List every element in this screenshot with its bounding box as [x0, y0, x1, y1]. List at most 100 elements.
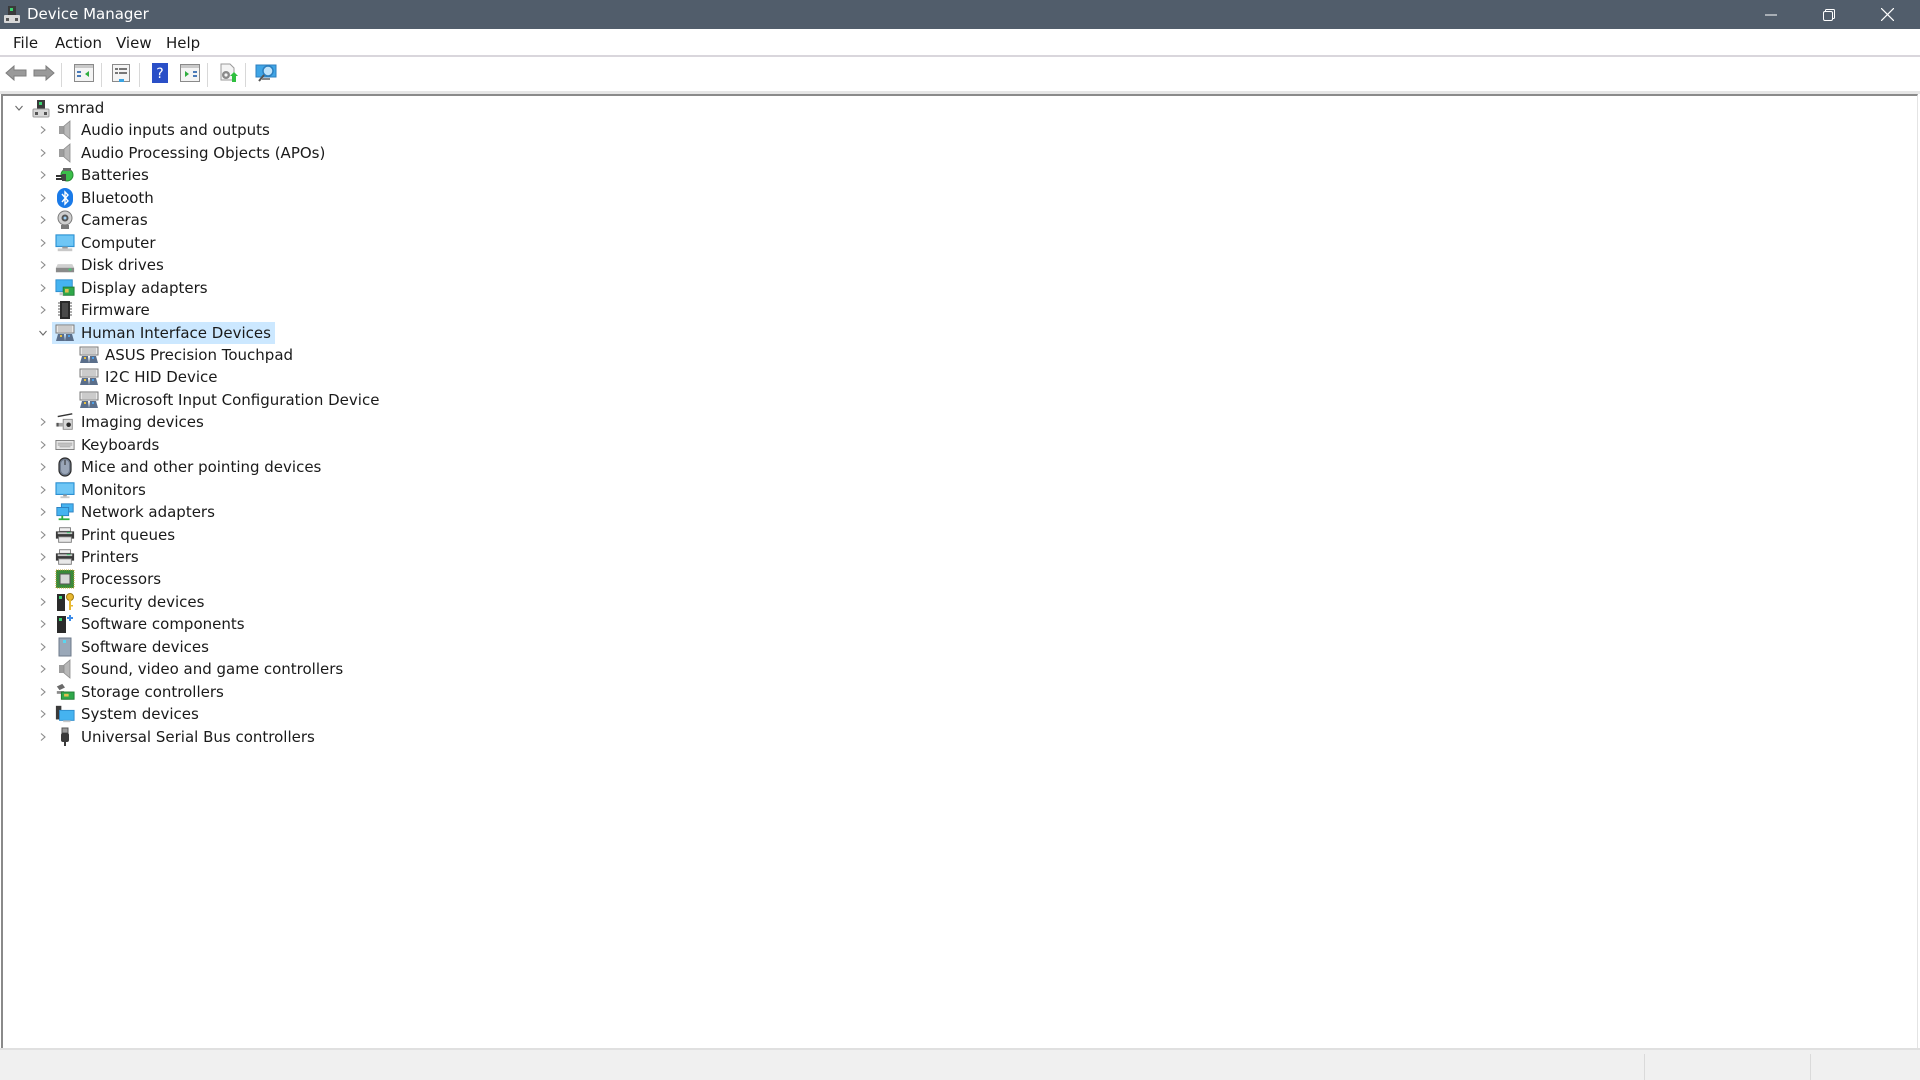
- tree-category-keyboards[interactable]: Keyboards: [3, 434, 1903, 456]
- tree-device-i2c-hid-device[interactable]: I2C HID Device: [3, 366, 1903, 388]
- action-pane-icon: [180, 64, 200, 86]
- menu-action[interactable]: Action: [55, 34, 102, 52]
- tree-category-storage-controllers[interactable]: Storage controllers: [3, 681, 1903, 703]
- tree-category-security-devices[interactable]: Security devices: [3, 591, 1903, 613]
- tree-item-label: Mice and other pointing devices: [81, 458, 322, 476]
- device-tree[interactable]: smrad Audio inputs and outputs Audio Proce…: [1, 94, 1918, 1048]
- tree-item-label: Processors: [81, 570, 162, 588]
- tree-category-firmware[interactable]: Firmware: [3, 299, 1903, 321]
- tree-category-bluetooth[interactable]: Bluetooth: [3, 187, 1903, 209]
- tree-category-audio-inputs-and-outputs[interactable]: Audio inputs and outputs: [3, 119, 1903, 141]
- close-button[interactable]: [1858, 0, 1916, 29]
- firmware-chip-icon: [55, 300, 75, 320]
- expand-chevron-icon[interactable]: [37, 618, 49, 630]
- tree-category-printers[interactable]: Printers: [3, 546, 1903, 568]
- expand-chevron-icon[interactable]: [37, 282, 49, 294]
- imaging-device-icon: [55, 412, 75, 432]
- show-hide-action-pane-button[interactable]: [177, 63, 203, 87]
- collapse-chevron-icon[interactable]: [13, 102, 25, 114]
- tree-item-label: Microsoft Input Configuration Device: [105, 391, 380, 409]
- expand-chevron-icon[interactable]: [37, 506, 49, 518]
- hid-icon: [79, 390, 99, 410]
- tree-category-display-adapters[interactable]: Display adapters: [3, 277, 1903, 299]
- expand-chevron-icon[interactable]: [37, 731, 49, 743]
- tree-category-system-devices[interactable]: System devices: [3, 703, 1903, 725]
- close-icon: [1880, 8, 1894, 21]
- printer-icon: [55, 525, 75, 545]
- expand-chevron-icon[interactable]: [37, 147, 49, 159]
- expand-chevron-icon[interactable]: [37, 708, 49, 720]
- expand-chevron-icon[interactable]: [37, 461, 49, 473]
- tree-category-print-queues[interactable]: Print queues: [3, 524, 1903, 546]
- tree-root-smrad[interactable]: smrad: [3, 97, 1903, 119]
- battery-icon: [55, 165, 75, 185]
- usb-icon: [55, 727, 75, 747]
- speaker-icon: [55, 143, 75, 163]
- tree-category-imaging-devices[interactable]: Imaging devices: [3, 411, 1903, 433]
- show-hide-console-tree-button[interactable]: [71, 63, 97, 87]
- properties-button[interactable]: [108, 63, 134, 87]
- toolbar-separator: [245, 63, 246, 87]
- expand-chevron-icon[interactable]: [37, 529, 49, 541]
- expand-chevron-icon[interactable]: [37, 596, 49, 608]
- expand-chevron-icon[interactable]: [37, 259, 49, 271]
- tree-category-processors[interactable]: Processors: [3, 568, 1903, 590]
- expand-chevron-icon[interactable]: [37, 214, 49, 226]
- tree-category-audio-processing-objects-apos[interactable]: Audio Processing Objects (APOs): [3, 142, 1903, 164]
- tree-device-microsoft-input-configuration-device[interactable]: Microsoft Input Configuration Device: [3, 389, 1903, 411]
- system-device-icon: [55, 704, 75, 724]
- tree-item-label: Monitors: [81, 481, 146, 499]
- tree-category-network-adapters[interactable]: Network adapters: [3, 501, 1903, 523]
- expand-chevron-icon[interactable]: [37, 439, 49, 451]
- tree-item-label: Imaging devices: [81, 413, 204, 431]
- forward-button[interactable]: [31, 63, 57, 87]
- restore-button[interactable]: [1800, 0, 1858, 29]
- expand-chevron-icon[interactable]: [37, 416, 49, 428]
- tree-item-label: Keyboards: [81, 436, 160, 454]
- tree-category-cameras[interactable]: Cameras: [3, 209, 1903, 231]
- expand-chevron-icon[interactable]: [37, 641, 49, 653]
- computer-tower-icon: [31, 98, 51, 118]
- menu-help[interactable]: Help: [166, 34, 200, 52]
- expand-chevron-icon[interactable]: [37, 237, 49, 249]
- storage-controller-icon: [55, 682, 75, 702]
- tree-item-label: Sound, video and game controllers: [81, 660, 344, 678]
- tree-category-computer[interactable]: Computer: [3, 232, 1903, 254]
- status-bar-divider: [1810, 1054, 1811, 1080]
- back-button[interactable]: [3, 63, 29, 87]
- expand-chevron-icon[interactable]: [37, 169, 49, 181]
- expand-chevron-icon[interactable]: [37, 551, 49, 563]
- tree-item-label: I2C HID Device: [105, 368, 218, 386]
- tree-category-human-interface-devices[interactable]: Human Interface Devices: [3, 322, 1903, 344]
- software-component-icon: [55, 614, 75, 634]
- collapse-chevron-icon[interactable]: [37, 327, 49, 339]
- menu-view[interactable]: View: [116, 34, 152, 52]
- scan-hardware-changes-button[interactable]: [254, 63, 280, 87]
- tree-category-batteries[interactable]: Batteries: [3, 164, 1903, 186]
- expand-chevron-icon[interactable]: [37, 192, 49, 204]
- expand-chevron-icon[interactable]: [37, 573, 49, 585]
- tree-device-asus-precision-touchpad[interactable]: ASUS Precision Touchpad: [3, 344, 1903, 366]
- tree-category-software-devices[interactable]: Software devices: [3, 636, 1903, 658]
- toolbar-separator: [207, 63, 208, 87]
- expand-chevron-icon[interactable]: [37, 686, 49, 698]
- help-icon: ?: [152, 63, 168, 87]
- help-button[interactable]: ?: [147, 63, 173, 87]
- minimize-button[interactable]: [1742, 0, 1800, 29]
- expand-chevron-icon[interactable]: [37, 663, 49, 675]
- expand-chevron-icon[interactable]: [37, 124, 49, 136]
- tree-category-mice-and-other-pointing-devices[interactable]: Mice and other pointing devices: [3, 456, 1903, 478]
- tree-item-label: Batteries: [81, 166, 149, 184]
- expand-chevron-icon[interactable]: [37, 304, 49, 316]
- update-driver-button[interactable]: [215, 63, 241, 87]
- tree-category-universal-serial-bus-controllers[interactable]: Universal Serial Bus controllers: [3, 726, 1903, 748]
- speaker-icon: [55, 120, 75, 140]
- expand-chevron-icon[interactable]: [37, 484, 49, 496]
- status-bar: [0, 1048, 1920, 1080]
- tree-category-monitors[interactable]: Monitors: [3, 479, 1903, 501]
- menu-file[interactable]: File: [13, 34, 38, 52]
- tree-category-sound-video-and-game-controllers[interactable]: Sound, video and game controllers: [3, 658, 1903, 680]
- toolbar-separator: [101, 63, 102, 87]
- tree-category-software-components[interactable]: Software components: [3, 613, 1903, 635]
- tree-category-disk-drives[interactable]: Disk drives: [3, 254, 1903, 276]
